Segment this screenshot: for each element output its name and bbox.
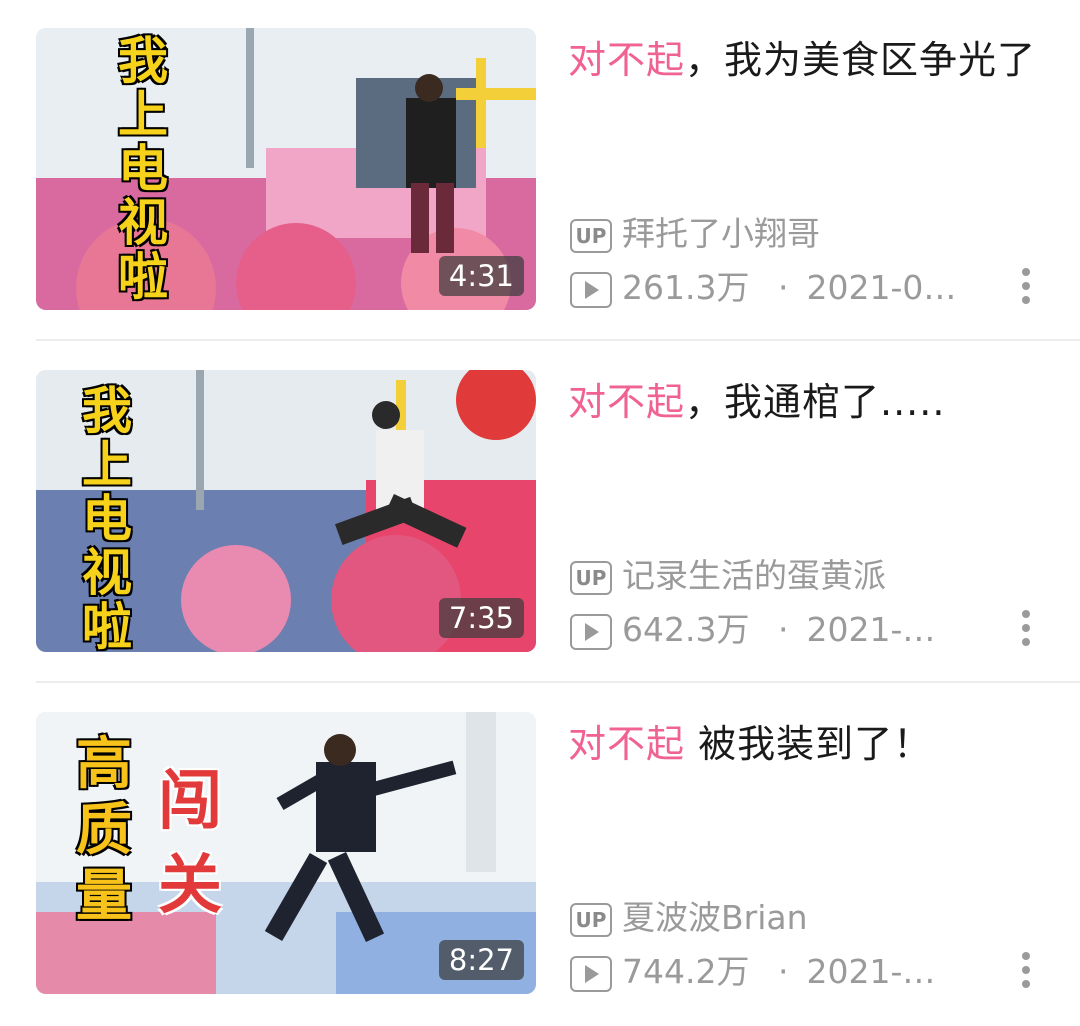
uploader-name: 拜托了小翔哥 bbox=[622, 214, 820, 253]
thumbnail-caption-right: 闯关 bbox=[158, 765, 222, 923]
thumbnail-caption-left: 高质量 bbox=[76, 732, 132, 929]
uploader-row[interactable]: UP 拜托了小翔哥 bbox=[570, 212, 1050, 256]
thumbnail-caption: 我上电视啦 bbox=[82, 382, 132, 652]
video-duration: 8:27 bbox=[438, 940, 524, 980]
title-highlight: 对不起 bbox=[568, 38, 686, 82]
meta-separator: · bbox=[777, 268, 789, 307]
title-text: ，我通棺了..... bbox=[685, 380, 946, 424]
video-card[interactable]: 我上电视啦 7:35 对不起，我通棺了..... UP 记录生活的蛋黄派 642.… bbox=[0, 342, 1080, 684]
more-options-icon[interactable] bbox=[1016, 608, 1036, 648]
video-thumbnail[interactable]: 我上电视啦 4:31 bbox=[36, 28, 536, 310]
divider bbox=[36, 681, 1080, 683]
up-badge-icon: UP bbox=[570, 560, 612, 595]
stats-row: 261.3万 · 2021-0… bbox=[570, 266, 1050, 310]
title-text: 被我装到了！ bbox=[685, 722, 933, 766]
uploader-row[interactable]: UP 夏波波Brian bbox=[570, 896, 1050, 940]
title-highlight: 对不起 bbox=[568, 722, 686, 766]
uploader-name: 记录生活的蛋黄派 bbox=[622, 556, 886, 595]
video-title[interactable]: 对不起，我为美食区争光了 bbox=[568, 34, 1048, 86]
uploader-name: 夏波波Brian bbox=[622, 898, 808, 937]
uploader-row[interactable]: UP 记录生活的蛋黄派 bbox=[570, 554, 1050, 598]
meta-separator: · bbox=[777, 952, 789, 991]
up-badge-icon: UP bbox=[570, 218, 612, 253]
meta-separator: · bbox=[777, 610, 789, 649]
video-duration: 7:35 bbox=[438, 598, 524, 638]
publish-date: 2021-0… bbox=[806, 268, 957, 307]
view-count: 744.2万 bbox=[622, 952, 750, 991]
play-icon bbox=[570, 613, 612, 650]
publish-date: 2021-… bbox=[806, 952, 936, 991]
title-text: ，我为美食区争光了 bbox=[685, 38, 1037, 82]
video-title[interactable]: 对不起 被我装到了！ bbox=[568, 718, 1048, 770]
view-count: 261.3万 bbox=[622, 268, 750, 307]
play-icon bbox=[570, 271, 612, 308]
stats-row: 642.3万 · 2021-… bbox=[570, 608, 1050, 652]
title-highlight: 对不起 bbox=[568, 380, 686, 424]
more-options-icon[interactable] bbox=[1016, 266, 1036, 306]
play-icon bbox=[570, 955, 612, 992]
stats-row: 744.2万 · 2021-… bbox=[570, 950, 1050, 994]
more-options-icon[interactable] bbox=[1016, 950, 1036, 990]
video-card[interactable]: 我上电视啦 4:31 对不起，我为美食区争光了 UP 拜托了小翔哥 261.3万 … bbox=[0, 0, 1080, 342]
video-thumbnail[interactable]: 高质量 闯关 8:27 bbox=[36, 712, 536, 994]
thumbnail-caption: 我上电视啦 bbox=[118, 32, 168, 306]
view-count: 642.3万 bbox=[622, 610, 750, 649]
divider bbox=[36, 339, 1080, 341]
publish-date: 2021-… bbox=[806, 610, 936, 649]
video-title[interactable]: 对不起，我通棺了..... bbox=[568, 376, 1048, 428]
video-card[interactable]: 高质量 闯关 8:27 对不起 被我装到了！ UP 夏波波Brian 744.2万… bbox=[0, 684, 1080, 1026]
video-thumbnail[interactable]: 我上电视啦 7:35 bbox=[36, 370, 536, 652]
up-badge-icon: UP bbox=[570, 902, 612, 937]
video-duration: 4:31 bbox=[438, 256, 524, 296]
